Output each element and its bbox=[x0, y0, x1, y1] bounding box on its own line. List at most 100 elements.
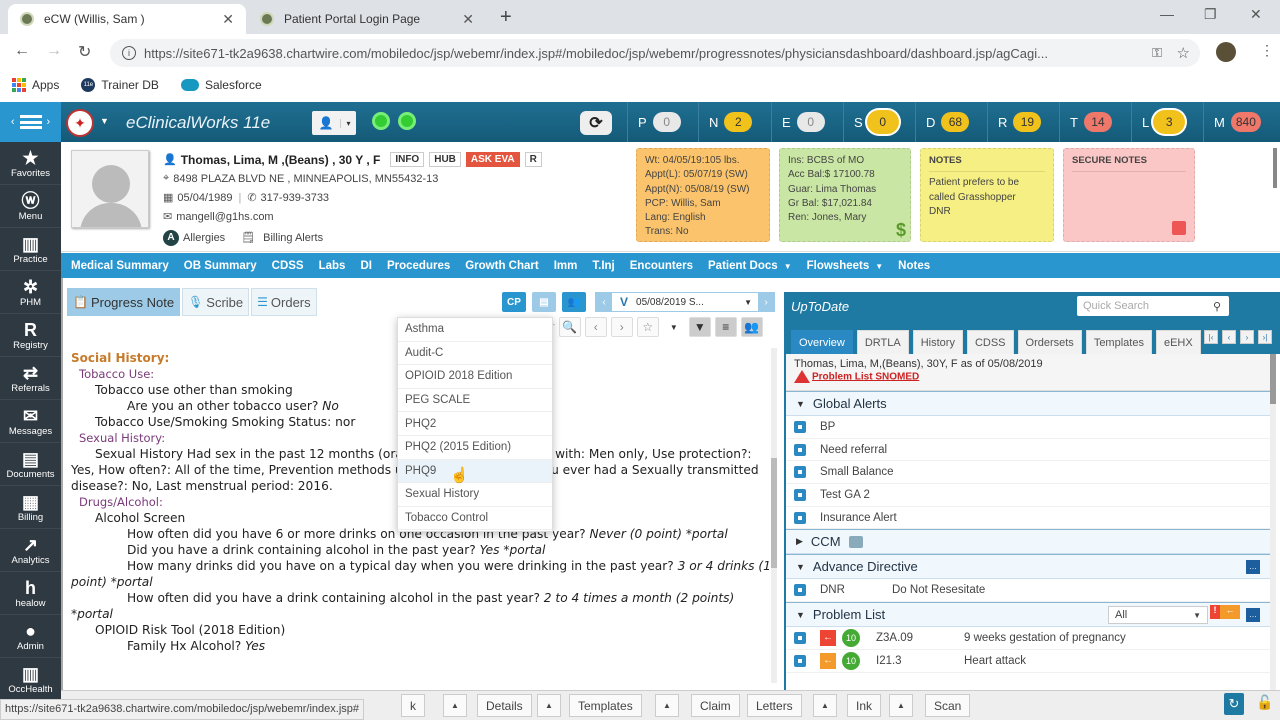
jellybean-s[interactable]: S0 bbox=[843, 102, 897, 142]
global-alert-item[interactable]: Insurance Alert bbox=[786, 507, 1270, 530]
jellybean-e[interactable]: E0 bbox=[771, 102, 825, 142]
ink-button[interactable]: Ink bbox=[847, 694, 882, 717]
last-icon[interactable]: ›| bbox=[1258, 330, 1272, 344]
templates-button[interactable]: Templates bbox=[569, 694, 642, 717]
tab-scribe[interactable]: 🎙 Scribe bbox=[182, 288, 250, 316]
tab-drtla[interactable]: DRTLA bbox=[856, 330, 909, 354]
advance-directive-item[interactable]: DNR Do Not Resesitate bbox=[786, 579, 1270, 603]
more-button[interactable]: … bbox=[1246, 607, 1260, 622]
r-button[interactable]: R bbox=[524, 152, 542, 167]
global-alert-item[interactable]: BP bbox=[786, 416, 1270, 439]
banner-scrollbar[interactable] bbox=[1273, 148, 1277, 188]
problem-list-header[interactable]: ▼ Problem List All ▼ ! ← … bbox=[786, 602, 1270, 628]
checkbox-icon[interactable] bbox=[794, 511, 806, 524]
tab-eehx[interactable]: eEHX bbox=[1155, 330, 1201, 354]
sidebar-item-referrals[interactable]: ⇄ Referrals bbox=[0, 357, 61, 400]
sidebar-item-practice[interactable]: ▥ Practice bbox=[0, 228, 61, 271]
search-zoom-icon[interactable]: 🔍 bbox=[558, 317, 581, 337]
refresh-button[interactable]: ⟳ bbox=[580, 111, 612, 135]
reload-icon[interactable]: ↻ bbox=[78, 42, 91, 62]
next-icon[interactable]: › bbox=[1240, 330, 1254, 344]
details-button[interactable]: Details bbox=[477, 694, 532, 717]
global-alerts-header[interactable]: ▼ Global Alerts bbox=[786, 391, 1270, 416]
close-tab-icon[interactable]: ✕ bbox=[222, 11, 234, 28]
problem-filter-select[interactable]: All ▼ bbox=[1108, 606, 1208, 625]
window-close-icon[interactable]: ✕ bbox=[1250, 6, 1262, 23]
filter-icon[interactable]: ▼ bbox=[688, 317, 711, 337]
tab-templates[interactable]: Templates bbox=[1085, 330, 1152, 354]
checkbox-icon[interactable] bbox=[794, 443, 806, 456]
dropdown-item[interactable]: Audit-C bbox=[398, 342, 552, 366]
sidebar-item-menu[interactable]: ⓦ Menu bbox=[0, 185, 61, 228]
patient-info-card[interactable]: Wt: 04/05/19:105 lbs. Appt(L): 05/07/19 (… bbox=[636, 148, 770, 242]
nav-growth-chart[interactable]: Growth Chart bbox=[465, 260, 538, 272]
problem-item[interactable]: ← 10 Z3A.09 9 weeks gestation of pregnancy bbox=[786, 627, 1270, 650]
checkbox-icon[interactable] bbox=[794, 488, 806, 501]
minimize-icon[interactable]: — bbox=[1160, 6, 1174, 22]
url-input[interactable]: i https://site671-tk2a9638.chartwire.com… bbox=[110, 39, 1200, 67]
ccm-header[interactable]: ▶ CCM bbox=[786, 529, 1270, 555]
expand-up-icon[interactable]: ▲ bbox=[889, 694, 913, 717]
prev-icon[interactable]: ‹ bbox=[1222, 330, 1236, 344]
billing-alerts-link[interactable]: Billing Alerts bbox=[263, 232, 323, 244]
bookmark-apps[interactable]: Apps bbox=[12, 78, 59, 92]
nav-imm[interactable]: Imm bbox=[554, 260, 578, 272]
jellybean-m[interactable]: M 840 bbox=[1203, 102, 1261, 142]
patient-avatar[interactable] bbox=[71, 150, 149, 228]
nav-labs[interactable]: Labs bbox=[319, 260, 346, 272]
logo-dropdown-icon[interactable]: ▼ bbox=[100, 116, 109, 126]
tab-cdss[interactable]: CDSS bbox=[966, 330, 1014, 354]
nav-notes[interactable]: Notes bbox=[898, 260, 930, 272]
patient-name[interactable]: Thomas, Lima, M ,(Beans) , 30 Y , F bbox=[181, 153, 381, 167]
insurance-card[interactable]: Ins: BCBS of MO Acc Bal:$ 17100.78 Guar: L… bbox=[779, 148, 911, 242]
prev-icon[interactable]: ‹ bbox=[584, 317, 607, 337]
checkbox-icon[interactable] bbox=[794, 420, 806, 433]
next-icon[interactable]: › bbox=[610, 317, 633, 337]
browser-tab-ecw[interactable]: eCW (Willis, Sam ) ✕ bbox=[8, 4, 246, 34]
dropdown-item[interactable]: Sexual History bbox=[398, 483, 552, 507]
global-alert-item[interactable]: Test GA 2 bbox=[786, 484, 1270, 507]
chevron-down-icon[interactable]: ▾ bbox=[340, 118, 356, 128]
menu-toggle-button[interactable]: ‹ › bbox=[0, 102, 61, 142]
restore-icon[interactable]: ❐ bbox=[1204, 6, 1217, 23]
dropdown-item[interactable]: OPIOID 2018 Edition bbox=[398, 365, 552, 389]
jellybean-l[interactable]: L3 bbox=[1131, 102, 1184, 142]
chevron-down-icon[interactable]: ▼ bbox=[744, 298, 752, 307]
nav-flowsheets[interactable]: Flowsheets ▼ bbox=[807, 260, 884, 272]
search-icon[interactable]: ⚲ bbox=[1213, 300, 1221, 313]
referral-people-icon[interactable]: 👥 bbox=[740, 317, 763, 337]
tab-orders[interactable]: ☰ Orders bbox=[251, 288, 317, 316]
jellybean-t[interactable]: T 14 bbox=[1059, 102, 1112, 142]
dropdown-item[interactable]: PHQ9 bbox=[398, 459, 552, 484]
patient-lookup-button[interactable]: 👤 ▾ bbox=[312, 111, 356, 135]
checkbox-icon[interactable] bbox=[794, 654, 806, 667]
arrow-left-icon[interactable]: ← bbox=[820, 652, 836, 669]
scan-button[interactable]: Scan bbox=[925, 694, 971, 717]
prev-encounter-icon[interactable]: ‹ bbox=[596, 293, 612, 311]
favorite-star-icon[interactable]: ☆ bbox=[636, 317, 659, 337]
ccm-icon[interactable] bbox=[848, 535, 863, 548]
notes-card[interactable]: NOTES Patient prefers to be called Grassh… bbox=[920, 148, 1054, 242]
new-tab-button[interactable]: + bbox=[500, 6, 512, 29]
profile-avatar[interactable] bbox=[1216, 42, 1236, 62]
link-button[interactable]: k bbox=[401, 694, 425, 717]
jellybean-p[interactable]: P0 bbox=[627, 102, 681, 142]
hub-button[interactable]: HUB bbox=[429, 152, 461, 167]
nav-procedures[interactable]: Procedures bbox=[387, 260, 450, 272]
structured-form-icon[interactable]: ▤ bbox=[532, 292, 556, 312]
sidebar-item-registry[interactable]: R Registry bbox=[0, 314, 61, 357]
letters-button[interactable]: Letters bbox=[747, 694, 802, 717]
bookmark-trainer-db[interactable]: 11e Trainer DB bbox=[81, 78, 159, 92]
browser-tab-portal[interactable]: Patient Portal Login Page ✕ bbox=[248, 4, 486, 34]
expand-up-icon[interactable]: ▲ bbox=[813, 694, 837, 717]
dropdown-item[interactable]: Asthma bbox=[398, 318, 552, 342]
sidebar-item-favorites[interactable]: ★ Favorites bbox=[0, 142, 61, 185]
nav-encounters[interactable]: Encounters bbox=[630, 260, 693, 272]
nav-patient-docs[interactable]: Patient Docs ▼ bbox=[708, 260, 792, 272]
practice-logo-cardinal-icon[interactable]: ✦ bbox=[66, 109, 94, 137]
expand-up-icon[interactable]: ▲ bbox=[655, 694, 679, 717]
sidebar-item-healow[interactable]: h healow bbox=[0, 572, 61, 615]
family-icon[interactable]: 👥 bbox=[562, 292, 586, 312]
tab-overview[interactable]: Overview bbox=[791, 330, 853, 354]
unlock-icon[interactable]: 🔓 bbox=[1256, 694, 1273, 711]
